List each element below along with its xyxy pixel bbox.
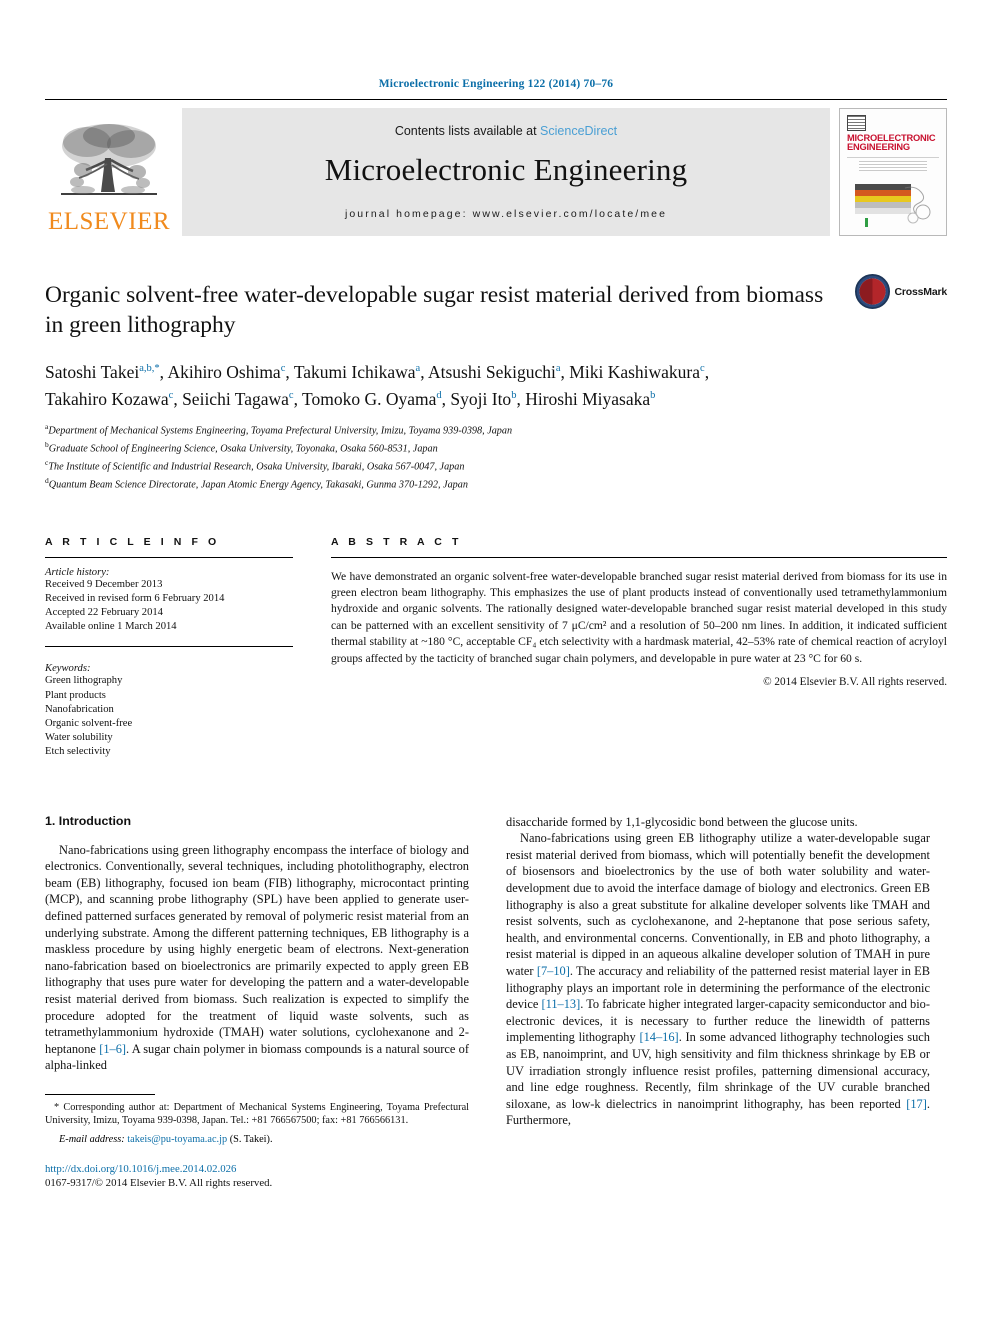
elsevier-wordmark: ELSEVIER [47,208,171,235]
keywords-label: Keywords: [45,663,91,675]
abstract-heading: A B S T R A C T [331,535,462,548]
doi-block: http://dx.doi.org/10.1016/j.mee.2014.02.… [45,1162,469,1190]
author[interactable]: Seiichi Tagawac [182,389,294,409]
elsevier-tree-icon [61,124,157,195]
author[interactable]: Hiroshi Miyasakab [525,389,655,409]
affiliation-list: aDepartment of Mechanical Systems Engine… [45,420,947,492]
paragraph: Nano-fabrications using green lithograph… [45,842,469,1073]
cover-title-line2: ENGINEERING [847,142,910,153]
author[interactable]: Syoji Itob [450,389,516,409]
title-block: Organic solvent-free water-developable s… [45,274,947,340]
crossmark-label: CrossMark [894,285,948,298]
keyword: Organic solvent-free [45,718,133,730]
issn-copyright: 0167-9317/© 2014 Elsevier B.V. All right… [45,1177,273,1190]
author[interactable]: Atsushi Sekiguchia [428,362,561,382]
abstract-column: A B S T R A C T We have demonstrated an … [331,536,947,760]
cover-text-placeholder [859,160,927,172]
elsevier-logo: ELSEVIER [45,108,173,236]
divider [45,556,293,558]
article-history-label: Article history: [45,566,110,578]
affiliation: dQuantum Beam Science Directorate, Japan… [45,475,468,490]
email-note: E-mail address: takeis@pu-toyama.ac.jp (… [45,1133,469,1146]
keyword: Water solubility [45,732,113,744]
affiliation: aDepartment of Mechanical Systems Engine… [45,421,513,437]
cover-publisher-icon [847,115,866,131]
keyword: Nanofabrication [45,703,114,715]
journal-masthead: ELSEVIER Contents lists available at Sci… [45,99,947,236]
cover-molecule-icon [904,187,931,224]
history-item: Received in revised form 6 February 2014 [45,592,225,604]
section-heading-introduction: 1. Introduction [45,813,132,828]
author-list: Satoshi Takeia,b,*, Akihiro Oshimac, Tak… [45,357,947,411]
divider [45,646,293,648]
keyword: Etch selectivity [45,746,111,758]
journal-cover-thumbnail[interactable]: MICROELECTRONIC ENGINEERING [839,108,947,236]
doi-link[interactable]: http://dx.doi.org/10.1016/j.mee.2014.02.… [45,1162,469,1176]
email-link[interactable]: takeis@pu-toyama.ac.jp [127,1134,227,1145]
cover-green-marker [865,218,868,228]
running-head: Microelectronic Engineering 122 (2014) 7… [378,78,614,90]
citation-ref[interactable]: [1–6] [99,1042,126,1056]
affiliation: cThe Institute of Scientific and Industr… [45,457,465,473]
author[interactable]: Tomoko G. Oyamad [302,389,442,409]
sciencedirect-link[interactable]: ScienceDirect [540,124,617,138]
crossmark-icon [854,274,890,309]
divider [331,556,947,558]
abstract-copyright: © 2014 Elsevier B.V. All rights reserved… [763,676,947,689]
article-info-column: A R T I C L E I N F O Article history: R… [45,536,293,760]
journal-homepage-link[interactable]: journal homepage: www.elsevier.com/locat… [345,208,667,220]
author-line-2: Takahiro Kozawac, Seiichi Tagawac, Tomok… [45,388,656,409]
corresponding-marker: * [54,1101,60,1113]
email-label: E-mail address: [59,1133,125,1145]
crossmark-badge[interactable]: CrossMark [854,274,948,309]
journal-title: Microelectronic Engineering [324,152,688,187]
body-column-left: 1. Introduction Nano-fabrications using … [45,814,469,1191]
contents-available-line: Contents lists available at ScienceDirec… [395,124,617,138]
citation-ref[interactable]: [7–10] [537,964,570,978]
info-abstract-row: A R T I C L E I N F O Article history: R… [45,536,947,760]
article-info-heading: A R T I C L E I N F O [45,535,220,548]
keyword: Green lithography [45,675,123,687]
author[interactable]: Takumi Ichikawaa [294,362,420,382]
author-line-1: Satoshi Takeia,b,*, Akihiro Oshimac, Tak… [45,361,710,382]
cover-divider [847,156,939,158]
author[interactable]: Akihiro Oshimac [167,362,285,382]
author[interactable]: Miki Kashiwakurac [569,362,704,382]
body-column-right: disaccharide formed by 1,1-glycosidic bo… [506,814,930,1191]
paragraph: Nano-fabrications using green EB lithogr… [506,831,930,1128]
paragraph: disaccharide formed by 1,1-glycosidic bo… [506,814,858,829]
footnote-block: * Corresponding author at: Department of… [45,1093,469,1190]
history-item: Accepted 22 February 2014 [45,607,163,618]
body-columns: 1. Introduction Nano-fabrications using … [45,814,947,1191]
paper-page: Microelectronic Engineering 122 (2014) 7… [0,0,992,1323]
contents-prefix: Contents lists available at [394,124,541,138]
email-owner: (S. Takei). [229,1133,273,1145]
page-title: Organic solvent-free water-developable s… [45,282,824,338]
cover-illustration [849,178,937,229]
corresponding-author-note: * Corresponding author at: Department of… [45,1101,469,1127]
journal-band: Contents lists available at ScienceDirec… [182,108,830,236]
history-item: Available online 1 March 2014 [45,621,177,633]
author[interactable]: Satoshi Takeia,b,* [45,362,160,382]
footnote-rule [45,1093,155,1095]
history-item: Received 9 December 2013 [45,578,163,590]
author[interactable]: Takahiro Kozawac [45,389,173,409]
affiliation: bGraduate School of Engineering Science,… [45,439,438,455]
citation-ref[interactable]: [17] [906,1097,927,1111]
abstract-text: We have demonstrated an organic solvent-… [331,569,947,665]
citation-ref[interactable]: [11–13] [541,997,580,1011]
keyword: Plant products [45,689,106,701]
citation-ref[interactable]: [14–16] [639,1030,678,1044]
